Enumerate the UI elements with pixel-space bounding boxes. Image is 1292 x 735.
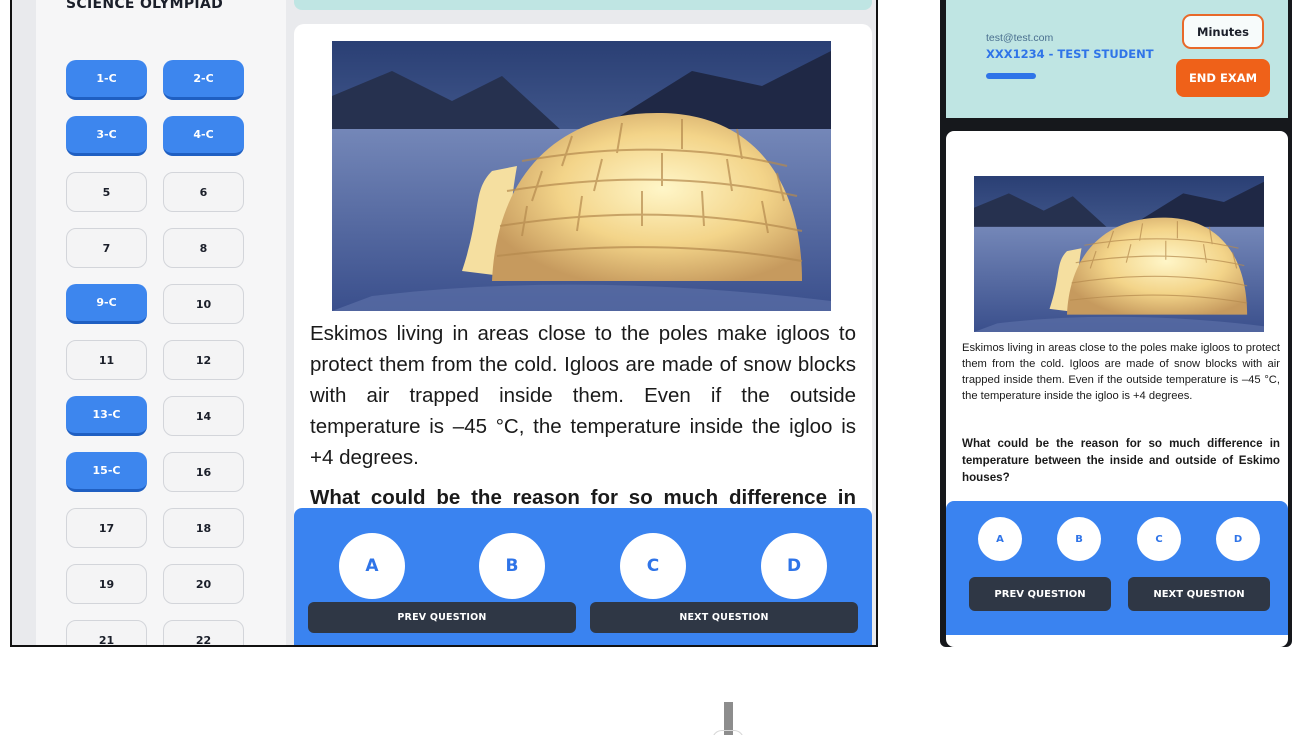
question-nav-button[interactable]: 10 [163, 284, 244, 324]
progress-bar [986, 73, 1036, 79]
question-nav-button[interactable]: 1-C [66, 60, 147, 100]
question-nav-button[interactable]: 19 [66, 564, 147, 604]
prev-question-button[interactable]: PREV QUESTION [308, 602, 576, 633]
question-nav-button[interactable]: 5 [66, 172, 147, 212]
question-nav-button[interactable]: 8 [163, 228, 244, 268]
student-id: XXX1234 - TEST STUDENT [986, 47, 1154, 61]
option-d-button[interactable]: D [1216, 517, 1260, 561]
option-c-button[interactable]: C [1137, 517, 1181, 561]
question-nav-button[interactable]: 2-C [163, 60, 244, 100]
answer-panel: A B C D PREV QUESTION NEXT QUESTION [946, 501, 1288, 635]
option-b-button[interactable]: B [1057, 517, 1101, 561]
option-a-button[interactable]: A [978, 517, 1022, 561]
option-d-button[interactable]: D [761, 533, 827, 599]
question-nav-button[interactable]: 4-C [163, 116, 244, 156]
option-c-button[interactable]: C [620, 533, 686, 599]
question-nav-button[interactable]: 22 [163, 620, 244, 645]
connector-base [712, 730, 744, 735]
tablet-screen: SCIENCE OLYMPIAD 1-C 2-C 3-C 4-C 5 6 7 8 9-C 10 11… [10, 0, 878, 647]
question-nav-button[interactable]: 13-C [66, 396, 147, 436]
phone-screen: test@test.com XXX1234 - TEST STUDENT Min… [940, 0, 1292, 647]
question-text: Eskimos living in areas close to the pol… [962, 342, 1280, 402]
prev-question-button[interactable]: PREV QUESTION [969, 577, 1111, 611]
option-b-button[interactable]: B [479, 533, 545, 599]
exam-header-strip [294, 0, 872, 10]
question-text: Eskimos living in areas close to the pol… [310, 322, 856, 469]
question-nav-button[interactable]: 16 [163, 452, 244, 492]
option-a-button[interactable]: A [339, 533, 405, 599]
question-nav-button[interactable]: 17 [66, 508, 147, 548]
brand-title: SCIENCE OLYMPIAD [66, 0, 223, 12]
user-email: test@test.com [986, 32, 1054, 44]
igloo-photo [332, 41, 831, 311]
question-nav-button[interactable]: 11 [66, 340, 147, 380]
question-nav-button[interactable]: 7 [66, 228, 147, 268]
question-nav-button[interactable]: 18 [163, 508, 244, 548]
question-image [332, 41, 831, 311]
question-nav-button[interactable]: 6 [163, 172, 244, 212]
question-nav-button[interactable]: 14 [163, 396, 244, 436]
igloo-photo [974, 176, 1264, 332]
answer-panel: A B C D PREV QUESTION NEXT QUESTION [294, 508, 872, 645]
question-nav-button[interactable]: 9-C [66, 284, 147, 324]
question-nav-button[interactable]: 20 [163, 564, 244, 604]
question-nav-button[interactable]: 12 [163, 340, 244, 380]
question-nav-button[interactable]: 3-C [66, 116, 147, 156]
question-nav-button[interactable]: 15-C [66, 452, 147, 492]
minutes-button[interactable]: Minutes [1182, 14, 1264, 49]
next-question-button[interactable]: NEXT QUESTION [1128, 577, 1270, 611]
next-question-button[interactable]: NEXT QUESTION [590, 602, 858, 633]
end-exam-button[interactable]: END EXAM [1176, 59, 1270, 97]
question-image [974, 176, 1264, 332]
question-nav-button[interactable]: 21 [66, 620, 147, 645]
question-prompt: What could be the reason for so much dif… [962, 437, 1280, 484]
